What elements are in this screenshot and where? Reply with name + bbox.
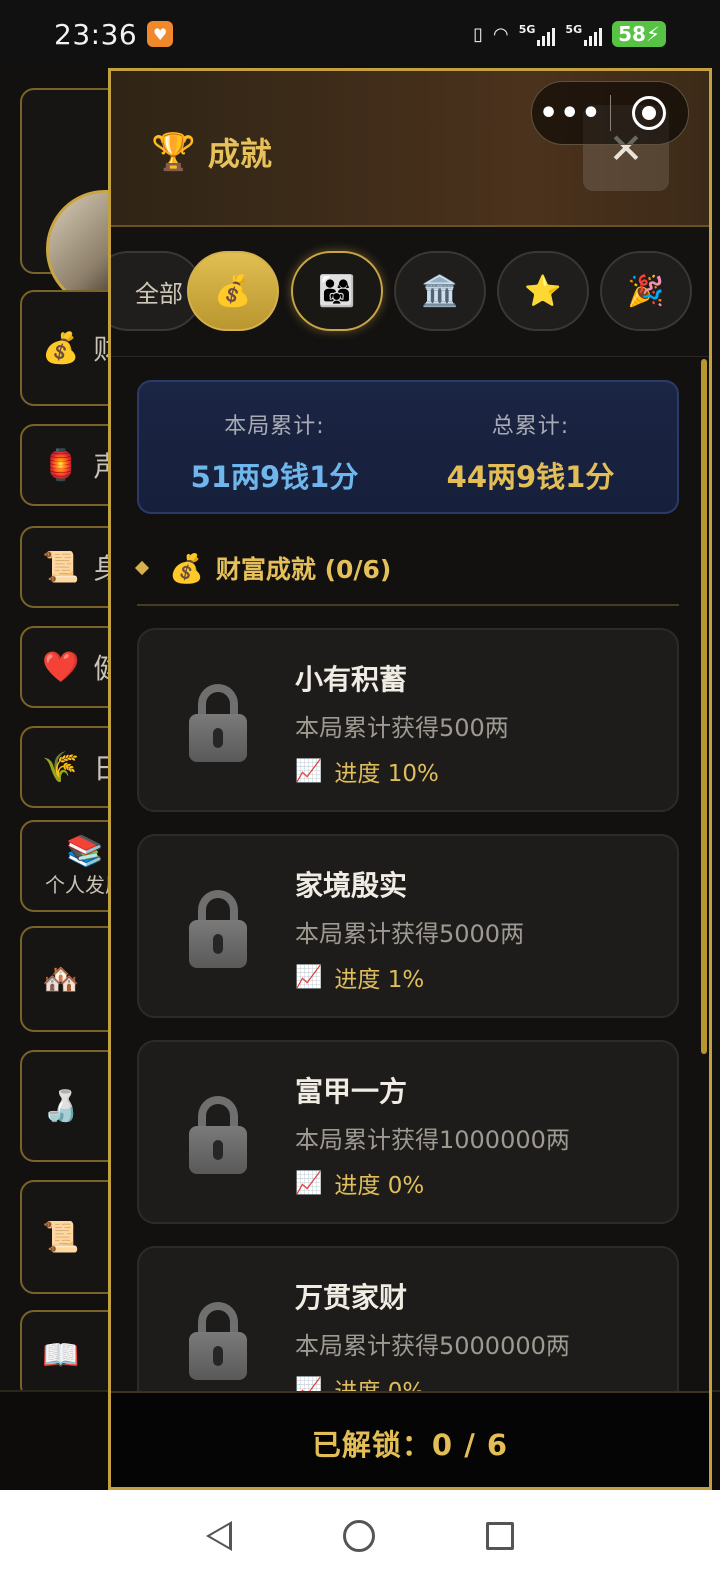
achievement-card[interactable]: 富甲一方 本局累计获得1000000两 📈 进度 0% bbox=[137, 1040, 679, 1224]
achievement-desc: 本局累计获得5000两 bbox=[295, 920, 525, 948]
tab-wealth[interactable]: 💰 bbox=[187, 251, 279, 331]
achievement-name: 家境殷实 bbox=[295, 869, 408, 902]
battery-icon: 58 ⚡ bbox=[612, 21, 666, 47]
chart-up-icon: 📈 bbox=[295, 964, 323, 990]
current-total: 本局累计: 51两9钱1分 bbox=[139, 408, 410, 496]
unlock-summary: 已解锁：0 / 6 bbox=[111, 1391, 709, 1487]
more-menu-button[interactable]: ••• bbox=[532, 96, 610, 131]
home-icon[interactable] bbox=[342, 1520, 375, 1552]
tab-events[interactable]: 🎉 bbox=[600, 251, 692, 331]
miniprogram-capsule: ••• bbox=[531, 81, 689, 145]
tab-official[interactable]: 🏛️ bbox=[394, 251, 486, 331]
status-bar: 23:36 ♥ ▯ ◠ 5G 5G 58 ⚡ bbox=[0, 0, 720, 68]
trophy-icon: 🏆 bbox=[151, 132, 196, 173]
signal-2-icon: 5G bbox=[565, 23, 603, 46]
scroll-icon: 📜 bbox=[42, 549, 80, 585]
money-bag-icon: 💰 bbox=[214, 273, 252, 309]
achievement-name: 富甲一方 bbox=[295, 1075, 408, 1108]
building-icon: 🏛️ bbox=[421, 273, 459, 309]
system-nav-bar bbox=[0, 1490, 720, 1582]
achievements-modal: 🏆 成就 ✕ ••• 全部 💰 👨‍👩‍👧 🏛️ ⭐ 🎉 bbox=[108, 68, 712, 1490]
back-icon[interactable] bbox=[205, 1521, 232, 1551]
achievement-desc: 本局累计获得500两 bbox=[295, 714, 509, 742]
modal-header: 🏆 成就 ✕ ••• bbox=[111, 71, 709, 227]
lock-icon bbox=[189, 684, 247, 762]
achievement-progress: 📈 进度 0% bbox=[295, 1170, 425, 1200]
achievement-card[interactable]: 家境殷实 本局累计获得5000两 📈 进度 1% bbox=[137, 834, 679, 1018]
section-title: 财富成就 (0/6) bbox=[215, 555, 392, 584]
lock-icon bbox=[189, 1302, 247, 1380]
achievement-list[interactable]: 本局累计: 51两9钱1分 总累计: 44两9钱1分 💰 财富成就 (0/6) … bbox=[111, 358, 709, 1393]
chart-up-icon: 📈 bbox=[295, 1170, 323, 1196]
diamond-icon bbox=[134, 560, 150, 576]
achievement-desc: 本局累计获得5000000两 bbox=[295, 1332, 570, 1360]
category-tabs: 全部 💰 👨‍👩‍👧 🏛️ ⭐ 🎉 bbox=[111, 227, 709, 357]
scroll-icon: 📜 bbox=[42, 1219, 80, 1255]
status-icons: ▯ ◠ 5G 5G 58 ⚡ bbox=[473, 21, 666, 47]
modal-title-text: 成就 bbox=[207, 135, 272, 173]
overall-total-label: 总累计: bbox=[491, 414, 570, 439]
lantern-icon: 🏮 bbox=[42, 447, 80, 483]
achievement-name: 小有积蓄 bbox=[295, 663, 408, 696]
overall-total: 总累计: 44两9钱1分 bbox=[395, 408, 666, 496]
achievement-progress: 📈 进度 10% bbox=[295, 758, 439, 788]
family-icon: 👨‍👩‍👧 bbox=[318, 273, 356, 309]
achievement-progress: 📈 进度 0% bbox=[295, 1372, 424, 1394]
achievement-card[interactable]: 小有积蓄 本局累计获得500两 📈 进度 10% bbox=[137, 628, 679, 812]
rice-icon: 🌾 bbox=[42, 749, 80, 785]
overall-total-value: 44两9钱1分 bbox=[446, 460, 615, 494]
houses-icon: 🏘️ bbox=[42, 961, 80, 997]
lock-icon bbox=[189, 890, 247, 968]
wifi-icon: ◠ bbox=[493, 23, 509, 45]
chart-up-icon: 📈 bbox=[295, 758, 323, 784]
lock-icon bbox=[189, 1096, 247, 1174]
achievement-progress: 📈 进度 1% bbox=[295, 964, 425, 994]
target-icon bbox=[632, 96, 667, 130]
party-popper-icon: 🎉 bbox=[627, 273, 665, 309]
signal-1-icon: 5G bbox=[519, 23, 556, 46]
books-icon: 📚 bbox=[66, 834, 104, 869]
vibrate-icon: ▯ bbox=[473, 23, 484, 45]
scrollbar[interactable] bbox=[701, 359, 707, 1054]
tab-star[interactable]: ⭐ bbox=[497, 251, 589, 331]
star-icon: ⭐ bbox=[524, 273, 562, 309]
totals-panel: 本局累计: 51两9钱1分 总累计: 44两9钱1分 bbox=[137, 380, 679, 514]
sake-icon: 🍶 bbox=[42, 1088, 80, 1124]
tab-family[interactable]: 👨‍👩‍👧 bbox=[291, 251, 383, 331]
heart-icon: ❤️ bbox=[42, 649, 80, 685]
current-total-label: 本局累计: bbox=[224, 414, 325, 439]
modal-title: 🏆 成就 bbox=[151, 129, 272, 175]
money-bag-icon: 💰 bbox=[42, 330, 80, 366]
section-header: 💰 财富成就 (0/6) bbox=[134, 548, 679, 606]
status-time: 23:36 bbox=[54, 17, 138, 51]
app-notification-icon: ♥ bbox=[147, 21, 174, 47]
achievement-card[interactable]: 万贯家财 本局累计获得5000000两 📈 进度 0% bbox=[137, 1246, 679, 1393]
achievement-desc: 本局累计获得1000000两 bbox=[295, 1126, 570, 1154]
current-total-value: 51两9钱1分 bbox=[190, 460, 359, 494]
money-bag-icon: 💰 bbox=[169, 551, 204, 585]
exit-miniprogram-button[interactable] bbox=[611, 96, 689, 130]
recent-apps-icon[interactable] bbox=[486, 1522, 515, 1550]
book-icon: 📖 bbox=[42, 1337, 80, 1373]
achievement-name: 万贯家财 bbox=[295, 1281, 408, 1314]
